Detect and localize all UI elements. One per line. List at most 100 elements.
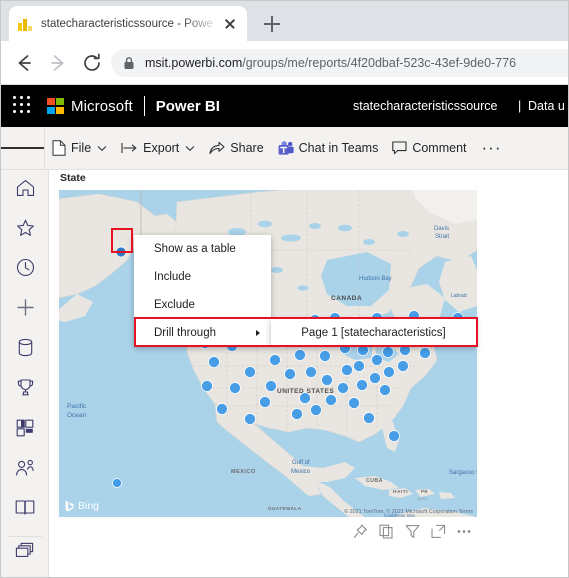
close-tab-icon[interactable]: [221, 15, 239, 33]
header-name-separator: |: [518, 99, 522, 113]
map-bubble[interactable]: [321, 374, 333, 386]
map-bubble[interactable]: [201, 380, 213, 392]
focus-mode-icon[interactable]: [425, 520, 451, 542]
pin-icon[interactable]: [347, 520, 373, 542]
map-bubble[interactable]: [259, 396, 271, 408]
map-bubble[interactable]: [348, 397, 360, 409]
comment-button-label: Comment: [412, 141, 467, 155]
map-bubble[interactable]: [382, 346, 394, 358]
browser-window: statecharacteristicssource - Powe msit.p…: [0, 0, 569, 578]
navigation-menu-icon[interactable]: [1, 127, 45, 169]
browser-toolbar: msit.powerbi.com/groups/me/reports/4f20d…: [1, 41, 568, 85]
address-bar[interactable]: msit.powerbi.com/groups/me/reports/4f20d…: [111, 49, 568, 77]
map-bubble[interactable]: [299, 392, 311, 404]
copy-icon[interactable]: [373, 520, 399, 542]
export-menu-button[interactable]: Export: [114, 127, 202, 169]
map-bubble[interactable]: [397, 360, 409, 372]
share-button-label: Share: [230, 141, 264, 155]
map-bubble[interactable]: [269, 354, 281, 366]
trophy-icon: [16, 378, 35, 402]
home-icon: [16, 179, 35, 202]
rail-bottom-section: [1, 533, 49, 573]
comment-button[interactable]: Comment: [385, 127, 473, 169]
sidebar-item-home[interactable]: [1, 170, 49, 210]
map-bubble[interactable]: [369, 372, 381, 384]
powerbi-wordmark[interactable]: Power BI: [156, 98, 220, 115]
map-bubble[interactable]: [353, 360, 365, 372]
map-bubble[interactable]: [216, 403, 228, 415]
map-bubble[interactable]: [325, 394, 337, 406]
url-host: msit.powerbi.com: [145, 56, 243, 70]
map-bubble[interactable]: [363, 412, 375, 424]
bing-logo[interactable]: Bing: [65, 500, 99, 512]
context-menu-item-show-as-a-table[interactable]: Show as a table: [134, 235, 271, 263]
sidebar-item-shared-with-me[interactable]: [1, 450, 49, 490]
map-bubble[interactable]: [379, 384, 391, 396]
sidebar-item-apps[interactable]: [1, 410, 49, 450]
map-bubble[interactable]: [305, 366, 317, 378]
sidebar-item-workspaces[interactable]: [1, 533, 49, 573]
map-bubble[interactable]: [112, 478, 122, 488]
context-menu-item-exclude[interactable]: Exclude: [134, 291, 271, 319]
powerbi-favicon-icon: [17, 16, 33, 32]
sidebar-item-datasets[interactable]: [1, 330, 49, 370]
context-menu-item-drill-through[interactable]: Drill through: [134, 319, 271, 347]
header-report-name[interactable]: statecharacteristicssource: [353, 99, 498, 113]
chat-in-teams-button[interactable]: Chat in Teams: [271, 127, 386, 169]
map-bubble[interactable]: [284, 368, 296, 380]
drill-through-submenu[interactable]: Page 1 [statecharacteristics]: [271, 319, 476, 347]
bing-label: Bing: [78, 500, 100, 512]
map-bubble[interactable]: [294, 349, 306, 361]
browser-tab-strip: statecharacteristicssource - Powe: [1, 1, 568, 41]
file-menu-button[interactable]: File: [45, 127, 114, 169]
filter-icon[interactable]: [399, 520, 425, 542]
address-bar-url: msit.powerbi.com/groups/me/reports/4f20d…: [145, 56, 516, 70]
map-bubble[interactable]: [337, 382, 349, 394]
share-button[interactable]: Share: [202, 127, 270, 169]
microsoft-logo[interactable]: Microsoft: [47, 97, 133, 115]
sidebar-item-goals[interactable]: [1, 370, 49, 410]
map-bubble[interactable]: [208, 356, 220, 368]
map-bubble[interactable]: [244, 366, 256, 378]
map-bubble[interactable]: [244, 413, 256, 425]
sidebar-item-create[interactable]: [1, 290, 49, 330]
header-divider: [143, 96, 145, 116]
bing-glyph-icon: [65, 500, 74, 512]
map-bubble[interactable]: [383, 366, 395, 378]
map-bubble[interactable]: [356, 379, 368, 391]
map-bubble[interactable]: [341, 364, 353, 376]
map-bubble[interactable]: [310, 404, 322, 416]
sidebar-item-favorites[interactable]: [1, 210, 49, 250]
visual-title: State: [60, 172, 86, 184]
drill-through-target-label: Page 1 [statecharacteristics]: [301, 327, 446, 339]
back-arrow-icon[interactable]: [13, 52, 35, 74]
sidebar-item-learn[interactable]: [1, 490, 49, 530]
app-launcher-icon[interactable]: [13, 96, 33, 116]
file-menu-label: File: [71, 141, 92, 155]
forward-arrow-icon[interactable]: [47, 52, 69, 74]
apps-grid-icon: [16, 419, 34, 442]
map-bubble[interactable]: [229, 382, 241, 394]
map-bubble[interactable]: [388, 430, 400, 442]
more-commands-button[interactable]: ···: [474, 127, 510, 169]
map-bubble[interactable]: [419, 347, 431, 359]
sidebar-item-recent[interactable]: [1, 250, 49, 290]
browser-tab[interactable]: statecharacteristicssource - Powe: [9, 6, 247, 41]
new-tab-button[interactable]: [259, 11, 285, 37]
header-data-status: Data u: [528, 99, 565, 113]
map-bubble[interactable]: [291, 408, 303, 420]
map-bubble-selected[interactable]: [115, 246, 127, 258]
chevron-down-icon: [185, 145, 195, 152]
context-menu-item-include[interactable]: Include: [134, 263, 271, 291]
map-bubble[interactable]: [371, 354, 383, 366]
powerbi-header: Microsoft Power BI statecharacteristicss…: [1, 85, 568, 127]
people-icon: [15, 459, 35, 482]
map-bubble[interactable]: [319, 350, 331, 362]
map-bubble[interactable]: [265, 380, 277, 392]
context-menu-label: Show as a table: [154, 243, 236, 255]
more-options-icon[interactable]: [451, 520, 477, 542]
export-menu-label: Export: [143, 141, 180, 155]
plus-icon: [16, 298, 35, 322]
visual-context-menu[interactable]: Show as a table Include Exclude Drill th…: [134, 235, 271, 347]
reload-icon[interactable]: [81, 52, 103, 74]
